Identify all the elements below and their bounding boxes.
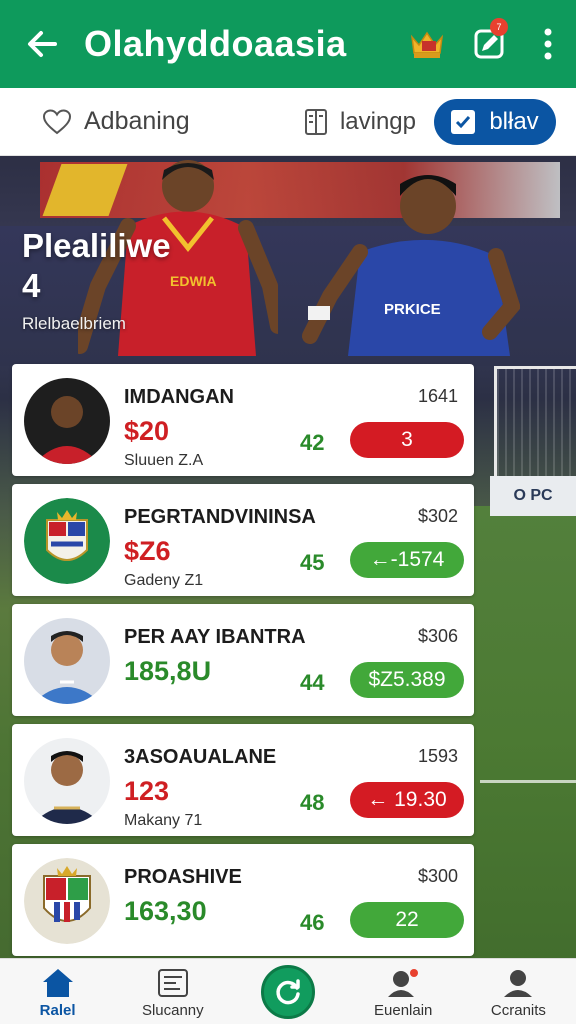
arrow-left-icon [28, 31, 57, 57]
nav-stats[interactable]: Slucanny [115, 959, 230, 1024]
team-subtitle: Sluuen Z.A [124, 452, 204, 469]
nav-stats-label: Slucanny [141, 1002, 204, 1019]
club-crest [24, 858, 110, 944]
view-filter[interactable]: lavingp [304, 108, 416, 136]
jersey-text-red: EDWIA [170, 273, 217, 289]
team-value: 185,8U [124, 656, 212, 686]
change-chip[interactable]: ← 19.30 [350, 782, 464, 818]
nav-center[interactable] [230, 959, 345, 1024]
edit-button[interactable]: 7 [458, 0, 520, 88]
team-name: PEGRTANDVININSA [124, 506, 316, 528]
team-number: 1641 [417, 386, 458, 406]
crown-icon [410, 31, 444, 58]
heart-icon [42, 108, 72, 134]
view-filter-label: lavingp [339, 107, 416, 135]
team-name: PROASHIVE [124, 866, 242, 888]
home-icon [42, 969, 73, 997]
list-item[interactable]: PROASHIVE 163,30 $300 46 22 [12, 844, 474, 956]
change-chip[interactable]: 22 [350, 902, 464, 938]
toggle-button-label: blłav [489, 107, 539, 135]
nav-events[interactable]: Euenlain [346, 959, 461, 1024]
edit-badge: 7 [490, 18, 508, 36]
team-value: 123 [124, 776, 170, 806]
avatar [24, 738, 110, 824]
app-title: Olahyddoaasia [84, 23, 347, 64]
stats-icon [157, 969, 188, 997]
list-item[interactable]: PER AAY IBANTRA 185,8U $306 44 $Z5.389 [12, 604, 474, 716]
app-bar: Olahyddoaasia 7 [0, 0, 576, 88]
team-score: 45 [300, 550, 325, 575]
hero-title-line2: 4 [22, 266, 41, 304]
hero-subtitle: Rlelbaelbriem [22, 314, 126, 333]
back-button[interactable] [0, 0, 84, 88]
team-number: 1593 [417, 746, 458, 766]
profile-icon [504, 970, 533, 997]
nav-profile[interactable]: Ccranits [461, 959, 576, 1024]
jersey-text-blue: PRKICE [384, 301, 441, 318]
bottom-nav: Ralel Slucanny Euenlain Ccranits [0, 958, 576, 1024]
team-subtitle: Gadeny Z1 [124, 572, 204, 589]
change-chip[interactable]: 3 [350, 422, 464, 458]
list-item[interactable]: IMDANGAN $20 Sluuen Z.A 1641 42 3 [12, 364, 474, 476]
list-item[interactable]: PEGRTANDVININSA $Z6 Gadeny Z1 $302 45 ←-… [12, 484, 474, 596]
team-name: IMDANGAN [124, 386, 234, 408]
pitch-line [480, 780, 576, 783]
more-vertical-icon [544, 28, 552, 60]
team-number: $306 [417, 626, 458, 646]
columns-icon [304, 108, 327, 135]
team-number: $300 [417, 866, 458, 886]
avatar [24, 378, 110, 464]
more-menu-button[interactable] [520, 0, 576, 88]
ad-board: O PC [490, 476, 576, 516]
nav-home[interactable]: Ralel [0, 959, 115, 1024]
team-list: IMDANGAN $20 Sluuen Z.A 1641 42 3 PEGRTA… [0, 352, 486, 966]
change-chip[interactable]: ←-1574 [350, 542, 464, 578]
hero-title-line1: Plealiliwe [22, 227, 171, 264]
nav-home-label: Ralel [39, 1002, 76, 1019]
team-score: 42 [300, 430, 325, 455]
refresh-icon [276, 978, 300, 1004]
team-subtitle: Makany 71 [124, 812, 203, 829]
change-chip[interactable]: $Z5.389 [350, 662, 464, 698]
favorite-filter[interactable]: Adbaning [42, 98, 190, 146]
crown-button[interactable] [396, 0, 458, 88]
center-action-button[interactable] [261, 964, 315, 1019]
team-name: 3ASOAUALANE [124, 746, 277, 768]
team-value: $20 [124, 416, 170, 446]
team-score: 48 [300, 790, 325, 815]
team-score: 46 [300, 910, 325, 935]
team-name: PER AAY IBANTRA [124, 626, 306, 648]
avatar [24, 618, 110, 704]
list-item[interactable]: 3ASOAUALANE 123 Makany 71 1593 48 ← 19.3… [12, 724, 474, 836]
filter-bar: Adbaning lavingp blłav [0, 88, 576, 156]
checkbox-icon [451, 109, 476, 134]
hero-title: Plealiliwe 4 [22, 226, 171, 305]
player-blue-image: PRKICE [302, 175, 520, 356]
toggle-button[interactable]: blłav [434, 98, 556, 145]
team-value: $Z6 [124, 536, 171, 566]
team-score: 44 [300, 670, 325, 695]
club-crest [24, 498, 110, 584]
team-value: 163,30 [124, 896, 207, 926]
nav-profile-label: Ccranits [490, 1002, 546, 1019]
favorite-filter-label: Adbaning [84, 107, 190, 135]
nav-events-label: Euenlain [374, 1002, 433, 1019]
user-alert-icon [388, 969, 419, 997]
team-number: $302 [417, 506, 458, 526]
